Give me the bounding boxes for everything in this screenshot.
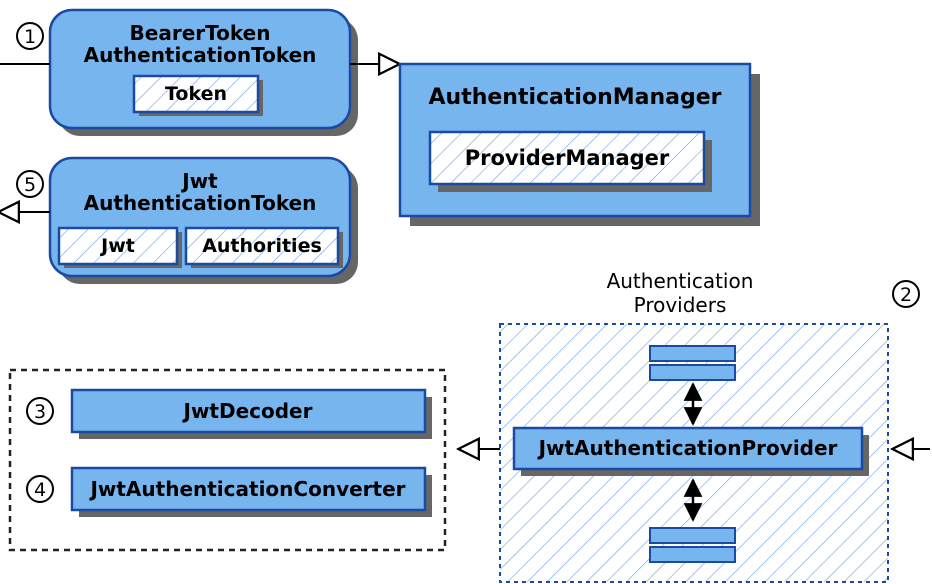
step-marker-3: 3 — [27, 398, 53, 424]
diagram-root: BearerToken AuthenticationToken Token 1 … — [0, 0, 932, 584]
jwt-auth-provider-label: JwtAuthenticationProvider — [537, 436, 838, 460]
svg-text:5: 5 — [24, 174, 36, 196]
step-marker-2: 2 — [893, 281, 919, 307]
providers-panel: JwtAuthenticationProvider — [500, 324, 888, 582]
bearer-token-box: BearerToken AuthenticationToken Token — [50, 10, 358, 136]
provider-manager-label: ProviderManager — [465, 146, 670, 170]
bearer-title-line2: AuthenticationToken — [84, 43, 317, 67]
bearer-inner-label: Token — [165, 83, 227, 105]
auth-manager-box: AuthenticationManager ProviderManager — [400, 64, 760, 226]
svg-text:4: 4 — [34, 479, 46, 501]
bearer-title-line1: BearerToken — [130, 21, 271, 45]
jwt-decoder-label: JwtDecoder — [182, 399, 313, 423]
jwt-title-line2: AuthenticationToken — [84, 191, 317, 215]
jwt-decoder-box: JwtDecoder — [72, 390, 432, 439]
jwt-converter-label: JwtAuthenticationConverter — [88, 477, 405, 501]
jwt-inner-right: Authorities — [202, 235, 322, 257]
jwt-inner-left: Jwt — [99, 235, 135, 257]
step-marker-4: 4 — [27, 476, 53, 502]
svg-text:1: 1 — [24, 26, 36, 48]
svg-text:3: 3 — [34, 401, 46, 423]
jwt-title-line1: Jwt — [180, 169, 218, 193]
providers-title-2: Providers — [634, 293, 727, 317]
providers-title-1: Authentication — [607, 269, 754, 293]
step-marker-1: 1 — [17, 23, 43, 49]
auth-manager-title: AuthenticationManager — [429, 85, 722, 110]
svg-text:2: 2 — [900, 284, 912, 306]
step-marker-5: 5 — [17, 171, 43, 197]
jwt-converter-box: JwtAuthenticationConverter — [72, 468, 432, 517]
jwt-token-box: Jwt AuthenticationToken Jwt Authorities — [50, 158, 358, 284]
